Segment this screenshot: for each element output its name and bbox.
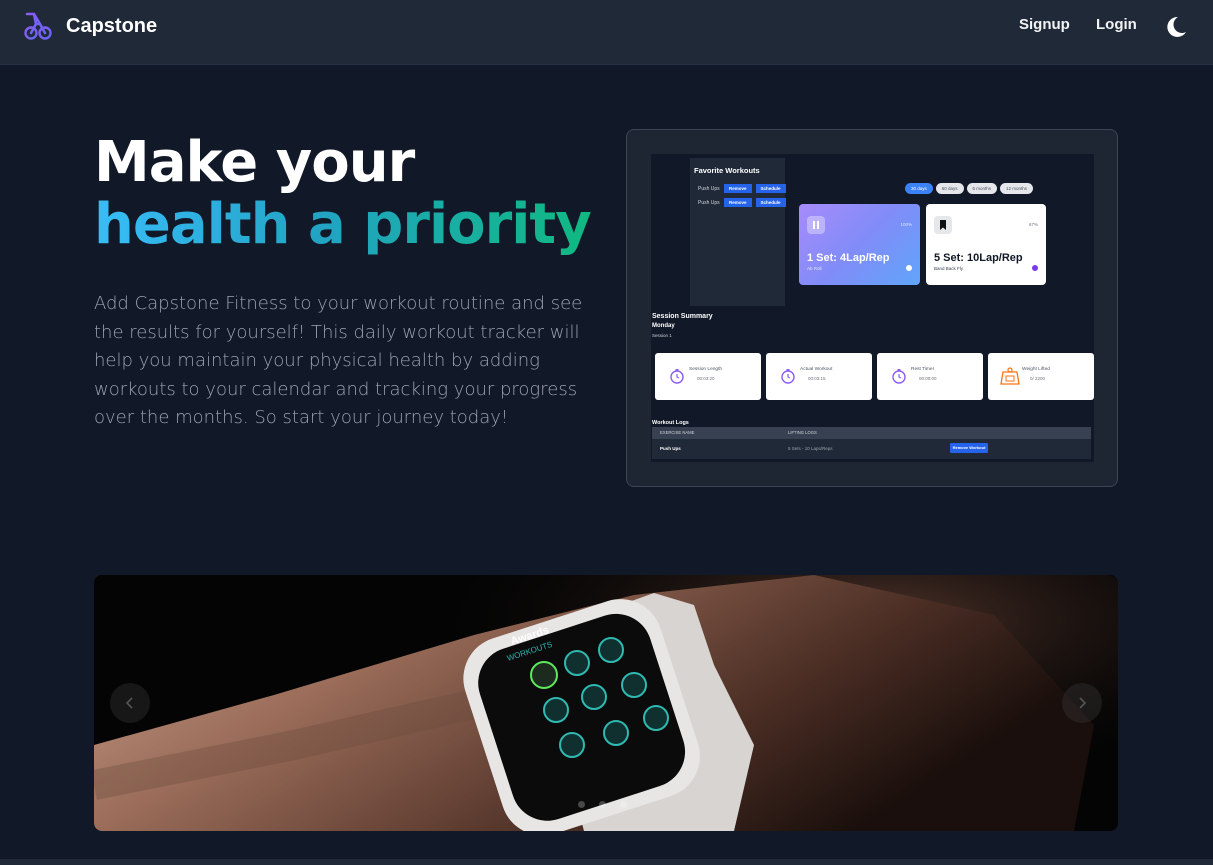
lifting-log-cell: 5 Sets - 10 Laps/Reps [788,446,833,451]
moon-icon[interactable] [1163,14,1189,40]
app-preview-screenshot: Favorite Workouts Push Ups Remove Schedu… [651,154,1094,462]
hero-title-line2: health a priority [94,192,592,257]
carousel-indicator[interactable] [578,801,585,808]
workout-logs-title: Workout Logs [652,420,689,426]
favorite-name: Push Ups [698,199,720,206]
range-pill-30-days[interactable]: 30 days [905,183,933,194]
hero-title-line1: Make your [94,130,415,195]
app-preview-frame: Favorite Workouts Push Ups Remove Schedu… [626,129,1118,487]
column-header: LIFTING LOGS [788,430,817,435]
range-filter: 30 days 60 days 6 months 12 months [905,183,1034,194]
carousel-indicator[interactable] [599,801,606,808]
bookmark-icon [934,216,952,234]
remove-button[interactable]: Remove [724,198,752,207]
favorite-row: Push Ups Remove Schedule [698,198,786,207]
login-link[interactable]: Login [1096,16,1137,33]
favorite-row: Push Ups Remove Schedule [698,184,786,193]
image-carousel: Awards WORKOUTS [94,575,1118,831]
signup-link[interactable]: Signup [1019,16,1070,33]
chevron-left-icon [125,697,133,709]
favorite-workouts-title: Favorite Workouts [694,166,760,175]
table-row: Push Ups 5 Sets - 10 Laps/Reps Remove Wo… [652,439,1091,459]
card-exercise: Band Back Fly [934,266,964,271]
range-pill-60-days[interactable]: 60 days [935,183,964,194]
stat-label: Session Length [689,367,723,372]
range-pill-6-months[interactable]: 6 months [966,183,998,194]
workout-card[interactable]: 100% 1 Set: 4Lap/Rep Ab Roll [799,204,920,285]
stopwatch-icon [670,369,684,384]
workout-card[interactable]: 67% 5 Set: 10Lap/Rep Band Back Fly [926,204,1046,285]
favorite-name: Push Ups [698,185,720,192]
navbar: Capstone Signup Login [0,0,1213,65]
carousel-prev-button[interactable] [110,683,150,723]
brand-name: Capstone [66,14,158,37]
card-sets: 1 Set: 4Lap/Rep [807,252,890,264]
stat-card-weight-lifted: Weight Lifted 0/ 2200 [988,353,1094,400]
session-day: Monday [652,323,675,329]
stat-card-rest-timer: Rest Timer 00:00:00 [877,353,983,400]
stat-value: 0/ 2200 [1030,376,1046,381]
session-number: Session 1 [652,333,672,338]
exercise-name-cell: Push Ups [660,446,681,451]
hero-description: Add Capstone Fitness to your workout rou… [94,293,583,428]
stat-label: Weight Lifted [1022,367,1050,372]
column-header: EXERCISE NAME [660,430,695,435]
favorite-workouts-panel: Favorite Workouts Push Ups Remove Schedu… [690,158,786,306]
card-exercise: Ab Roll [807,266,822,271]
stopwatch-icon [892,369,906,384]
hero-title: Make your health a priority [94,130,592,257]
stat-value: 00:00:00 [919,376,937,381]
carousel-indicators [578,801,627,808]
session-summary-title: Session Summary [652,313,713,320]
bicycle-logo-icon [24,12,52,40]
schedule-button[interactable]: Schedule [755,184,786,193]
schedule-button[interactable]: Schedule [755,198,786,207]
card-percent: 100% [900,222,912,227]
weight-icon [1000,367,1020,385]
carousel-next-button[interactable] [1062,683,1102,723]
stat-card-session-length: Session Length 00:03:20 [655,353,761,400]
stat-value: 00:03:20 [697,376,715,381]
range-pill-12-months[interactable]: 12 months [1000,183,1034,194]
stat-card-actual-workout: Actual Workout 00:03:15 [766,353,872,400]
card-percent: 67% [1028,222,1038,227]
pause-icon [807,216,825,234]
chevron-right-icon [1079,697,1087,709]
remove-button[interactable]: Remove [724,184,752,193]
footer-edge [0,859,1213,865]
stat-value: 00:03:15 [808,376,826,381]
remove-workout-button[interactable]: Remove Workout [950,443,988,453]
workout-logs-header: EXERCISE NAME LIFTING LOGS [652,427,1091,439]
info-icon [906,265,912,271]
info-icon [1032,265,1038,271]
stat-label: Rest Timer [911,367,935,372]
stat-label: Actual Workout [800,367,833,372]
card-sets: 5 Set: 10Lap/Rep [934,252,1023,264]
carousel-indicator[interactable] [620,801,627,808]
stopwatch-icon [781,369,795,384]
smartwatch-photo: Awards WORKOUTS [94,575,1118,831]
brand-link[interactable]: Capstone [22,10,157,42]
